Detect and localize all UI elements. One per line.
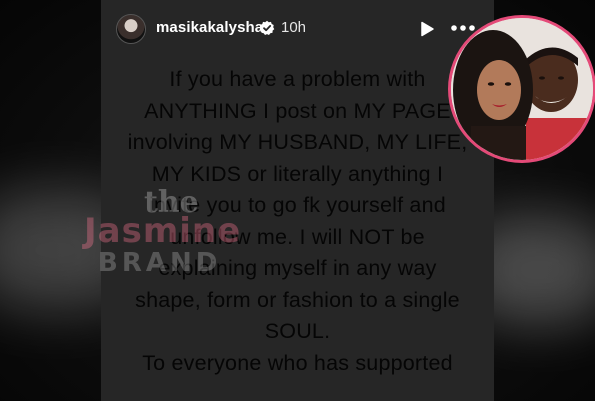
inset-couple-photo — [448, 15, 595, 163]
story-card[interactable]: masikakalysha 10h If you have a problem … — [101, 0, 494, 401]
username[interactable]: masikakalysha — [156, 19, 263, 36]
post-time: 10h — [281, 19, 307, 36]
couple-photo-image — [451, 18, 593, 160]
story-header: masikakalysha 10h — [101, 0, 494, 58]
play-icon[interactable] — [419, 21, 435, 37]
profile-avatar[interactable] — [116, 14, 146, 44]
screenshot-stage: masikakalysha 10h If you have a problem … — [0, 0, 595, 401]
story-text: If you have a problem with ANYTHING I po… — [127, 67, 468, 375]
verified-badge-icon — [259, 20, 275, 35]
